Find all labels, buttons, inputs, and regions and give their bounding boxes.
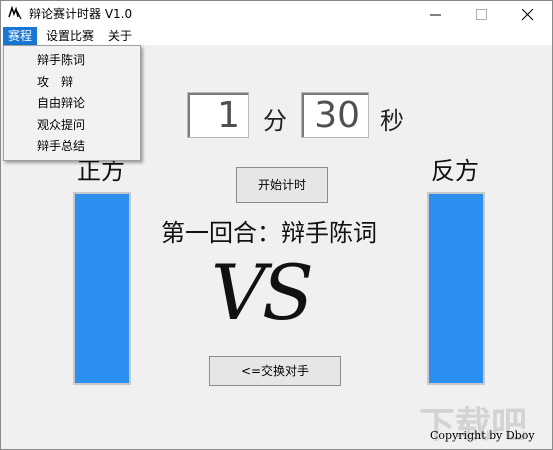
swap-sides-button[interactable]: <=交换对手 <box>209 356 341 386</box>
dropdown-item-opening-statement[interactable]: 辩手陈词 <box>37 50 85 70</box>
menu-settings[interactable]: 设置比赛 <box>41 27 99 45</box>
minimize-icon <box>430 14 441 16</box>
app-logo-icon <box>8 5 22 20</box>
negative-time-bar <box>427 192 485 385</box>
dropdown-item-cross-examination[interactable]: 攻 辩 <box>37 72 73 92</box>
seconds-unit-label: 秒 <box>380 107 404 135</box>
menu-bar: 赛程 设置比赛 关于 <box>1 27 552 45</box>
negative-side-label: 反方 <box>431 157 479 185</box>
round-title: 第一回合：辩手陈词 <box>161 219 377 247</box>
affirmative-time-bar <box>73 192 131 385</box>
maximize-button[interactable] <box>459 1 505 27</box>
minutes-field[interactable]: 1 <box>187 92 249 138</box>
schedule-dropdown-menu: 辩手陈词 攻 辩 自由辩论 观众提问 辩手总结 <box>3 45 141 161</box>
close-icon <box>522 9 534 21</box>
dropdown-item-audience-questions[interactable]: 观众提问 <box>37 115 85 135</box>
window-title: 辩论赛计时器 V1.0 <box>29 7 133 21</box>
close-button[interactable] <box>505 1 551 27</box>
minutes-unit-label: 分 <box>263 107 287 135</box>
title-bar: 辩论赛计时器 V1.0 <box>1 1 552 27</box>
dropdown-item-closing-statement[interactable]: 辩手总结 <box>37 136 85 156</box>
vs-graphic: VS <box>211 248 314 337</box>
start-timer-button[interactable]: 开始计时 <box>236 167 328 203</box>
menu-schedule[interactable]: 赛程 <box>3 27 38 45</box>
minimize-button[interactable] <box>413 1 459 27</box>
seconds-field[interactable]: 30 <box>301 92 369 138</box>
app-window: 辩论赛计时器 V1.0 赛程 设置比赛 关于 1 分 30 秒 正方 反方 开始… <box>0 0 553 450</box>
copyright-text: Copyright by Dboy <box>430 429 535 442</box>
maximize-icon <box>476 9 487 20</box>
dropdown-item-free-debate[interactable]: 自由辩论 <box>37 93 85 113</box>
menu-about[interactable]: 关于 <box>103 27 137 45</box>
